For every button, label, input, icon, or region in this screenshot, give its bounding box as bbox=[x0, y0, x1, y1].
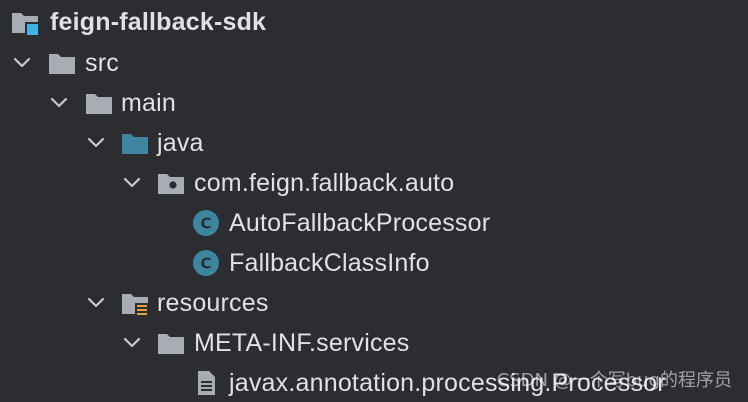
tree-node-class-fallbackclassinfo[interactable]: C FallbackClassInfo bbox=[0, 243, 748, 283]
tree-node-label: main bbox=[121, 88, 176, 117]
tree-node-meta-inf[interactable]: META-INF.services bbox=[0, 323, 748, 363]
chevron-down-icon[interactable] bbox=[120, 171, 144, 195]
project-tree: feign-fallback-sdk src main java com.fei… bbox=[0, 0, 748, 402]
class-icon: C bbox=[191, 208, 221, 238]
folder-icon bbox=[84, 88, 114, 118]
tree-node-java[interactable]: java bbox=[0, 123, 748, 163]
svg-text:C: C bbox=[200, 215, 211, 233]
svg-text:C: C bbox=[200, 255, 211, 273]
resources-folder-icon bbox=[120, 288, 150, 318]
chevron-down-icon[interactable] bbox=[120, 331, 144, 355]
tree-node-class-autofallbackprocessor[interactable]: C AutoFallbackProcessor bbox=[0, 203, 748, 243]
tree-node-label: META-INF.services bbox=[194, 328, 410, 357]
chevron-down-icon[interactable] bbox=[47, 91, 71, 115]
chevron-down-icon[interactable] bbox=[84, 131, 108, 155]
source-root-folder-icon bbox=[120, 128, 150, 158]
tree-node-root[interactable]: feign-fallback-sdk bbox=[0, 2, 748, 42]
folder-icon bbox=[156, 328, 186, 358]
tree-node-package[interactable]: com.feign.fallback.auto bbox=[0, 163, 748, 203]
folder-icon bbox=[47, 48, 77, 78]
tree-node-label: feign-fallback-sdk bbox=[50, 7, 267, 36]
chevron-down-icon[interactable] bbox=[10, 51, 34, 75]
tree-node-label: AutoFallbackProcessor bbox=[229, 208, 491, 237]
tree-node-label: src bbox=[85, 48, 119, 77]
class-icon: C bbox=[191, 248, 221, 278]
csdn-watermark: CSDN @一个写bug的程序员 bbox=[496, 370, 732, 391]
tree-node-label: resources bbox=[157, 288, 269, 317]
text-file-icon bbox=[191, 368, 221, 398]
tree-node-label: com.feign.fallback.auto bbox=[194, 168, 455, 197]
module-folder-icon bbox=[10, 7, 40, 37]
tree-node-src[interactable]: src bbox=[0, 43, 748, 83]
tree-node-label: FallbackClassInfo bbox=[229, 248, 430, 277]
package-icon bbox=[156, 168, 186, 198]
chevron-down-icon[interactable] bbox=[84, 291, 108, 315]
tree-node-label: java bbox=[157, 128, 204, 157]
tree-node-main[interactable]: main bbox=[0, 83, 748, 123]
tree-node-resources[interactable]: resources bbox=[0, 283, 748, 323]
